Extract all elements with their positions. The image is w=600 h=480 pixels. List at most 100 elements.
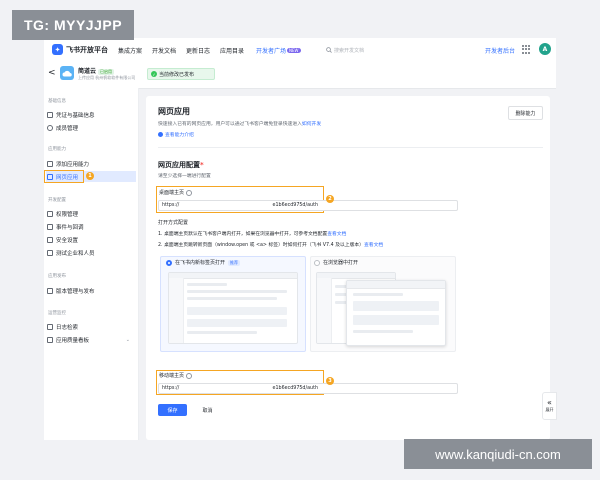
check-icon: ✓	[151, 71, 157, 77]
config-title-text: 网页应用配置	[158, 161, 200, 169]
how-to-develop-link[interactable]: 如何开发	[302, 122, 321, 127]
sidebar-item-label: 版本管理与发布	[56, 288, 95, 295]
sidebar-item-label: 添加应用能力	[56, 161, 90, 168]
cloud-icon	[62, 70, 72, 76]
sidebar-section-basic: 基础信息	[48, 99, 66, 104]
radio-in-app-label: 在飞书内新标签页打开	[175, 260, 226, 266]
desktop-url-suffix: e1b6ecd975d/auth	[272, 203, 318, 208]
open-mode-line-1-text: 1. 桌面端主页默认在飞书客户端内打开，如果在浏览器中打开，可参考文档配置	[158, 232, 328, 237]
page-title: 网页应用	[158, 107, 190, 116]
open-mode-line-2-text: 2. 桌面端主页跳转新页面（window.open 或 <a> 标签）时如何打开…	[158, 243, 364, 248]
radio-selected-icon	[166, 259, 172, 266]
page-description: 快速接入已有的网页应用，用户可以通过飞书客户端免登录快速进入如何开发	[158, 120, 321, 127]
avatar[interactable]: A	[539, 43, 551, 55]
view-doc-link-1[interactable]: 查看文档	[327, 232, 346, 237]
nav-changelog[interactable]: 更新日志	[186, 46, 210, 55]
open-mode-line-1: 1. 桌面端主页默认在飞书客户端内打开，如果在浏览器中打开，可参考文档配置查看文…	[158, 230, 346, 237]
desktop-homepage-input[interactable]: https:// e1b6ecd975d/auth	[158, 200, 458, 211]
user-icon	[47, 124, 53, 131]
back-button[interactable]: <	[48, 68, 56, 78]
delete-capability-button[interactable]: 删除能力	[508, 106, 543, 120]
mobile-url-prefix: https://	[162, 386, 180, 391]
recommended-tag: 推荐	[228, 259, 241, 266]
open-mode-line-2: 2. 桌面端主页跳转新页面（window.open 或 <a> 标签）时如何打开…	[158, 241, 383, 248]
watermark-top: TG: MYYJJPP	[12, 10, 134, 40]
permission-icon	[47, 210, 53, 217]
sidebar-item-test-users[interactable]: 测试企业和人员	[46, 247, 136, 258]
sidebar	[44, 88, 139, 440]
sidebar-item-label: 安全设置	[56, 237, 79, 244]
developer-console-link[interactable]: 开发者后台	[485, 46, 515, 55]
sidebar-item-label: 事件与回调	[56, 224, 84, 231]
sidebar-section-monitoring: 运营监控	[48, 311, 66, 316]
dashboard-icon	[47, 336, 53, 343]
radio-unselected-icon	[314, 259, 320, 266]
sidebar-section-release: 应用发布	[48, 274, 66, 279]
mobile-homepage-label: 移动端主页	[159, 372, 193, 379]
nav-developer-square-label: 开发者广场	[256, 48, 287, 55]
radio-in-app[interactable]: 在飞书内新标签页打开 推荐	[166, 259, 241, 266]
add-capability-icon	[47, 160, 53, 167]
sidebar-item-add-capability[interactable]: 添加应用能力	[46, 158, 136, 169]
sidebar-item-members[interactable]: 成员管理	[46, 122, 136, 133]
desktop-url-prefix: https://	[162, 203, 180, 208]
config-title: 网页应用配置*	[158, 160, 204, 170]
app-name-text: 简道云	[78, 68, 97, 75]
sidebar-item-security[interactable]: 安全设置	[46, 234, 136, 245]
sidebar-item-permissions[interactable]: 权限管理	[46, 208, 136, 219]
sidebar-item-label: 测试企业和人员	[56, 250, 95, 257]
info-icon	[158, 132, 163, 137]
config-subtitle: 请至少选择一端进行配置	[158, 174, 211, 179]
sidebar-item-events[interactable]: 事件与回调	[46, 221, 136, 232]
marker-2: 2	[326, 195, 334, 203]
app-grid-icon[interactable]	[522, 45, 531, 54]
capability-intro-link[interactable]: 查看能力介绍	[158, 131, 194, 138]
mobile-homepage-input[interactable]: https:// e1b6ecd975d/auth	[158, 383, 458, 394]
nav-developer-square[interactable]: 开发者广场 NEW	[256, 46, 301, 55]
app-company: 上传应用 杭州帆软软件有限公司	[78, 75, 136, 80]
radio-browser-label: 在浏览器中打开	[323, 260, 359, 266]
app-icon	[60, 66, 74, 80]
preview-in-app	[168, 272, 298, 344]
search-input[interactable]: 搜索开发文档	[326, 44, 426, 56]
brand-logo[interactable]: ✦ 飞书开放平台	[52, 44, 108, 55]
sidebar-item-credentials[interactable]: 凭证与基础信息	[46, 109, 136, 120]
mobile-url-suffix: e1b6ecd975d/auth	[272, 386, 318, 391]
radio-browser[interactable]: 在浏览器中打开	[314, 259, 358, 266]
nav-integration[interactable]: 集成方案	[118, 46, 142, 55]
app-name: 简道云 已启用	[78, 66, 115, 75]
brand-name: 飞书开放平台	[66, 45, 108, 54]
sidebar-section-capabilities: 应用能力	[48, 147, 66, 152]
feishu-logo-icon: ✦	[52, 44, 63, 55]
cancel-button[interactable]: 取消	[193, 404, 222, 416]
nav-docs[interactable]: 开发文档	[152, 46, 176, 55]
preview-browser	[346, 280, 446, 346]
save-button[interactable]: 保存	[158, 404, 187, 416]
mobile-homepage-label-text: 移动端主页	[159, 373, 185, 379]
expand-panel-button[interactable]: « 展开	[542, 392, 557, 420]
sidebar-item-quality[interactable]: 应用质量看板 ⌄	[46, 334, 136, 345]
search-placeholder: 搜索开发文档	[334, 47, 365, 54]
shield-icon	[47, 236, 53, 243]
view-doc-link-2[interactable]: 查看文档	[364, 243, 383, 248]
expand-label: 展开	[545, 407, 554, 412]
credential-icon	[47, 111, 53, 118]
marker-1: 1	[86, 172, 94, 180]
nav-app-directory[interactable]: 应用目录	[220, 46, 244, 55]
divider	[158, 147, 543, 148]
sidebar-item-logs[interactable]: 日志检索	[46, 321, 136, 332]
marker-3: 3	[326, 377, 334, 385]
sidebar-item-label: 权限管理	[56, 211, 79, 218]
publish-toast: ✓ 当前修改已发布	[147, 68, 215, 80]
sidebar-item-label: 成员管理	[56, 125, 79, 132]
sidebar-item-versions[interactable]: 版本管理与发布	[46, 285, 136, 296]
required-mark: *	[200, 161, 204, 169]
sidebar-item-label: 应用质量看板	[56, 337, 90, 344]
test-users-icon	[47, 249, 53, 256]
new-badge: NEW	[287, 48, 301, 53]
open-mode-title: 打开方式配置	[158, 220, 189, 226]
log-icon	[47, 323, 53, 330]
toast-text: 当前修改已发布	[159, 71, 195, 78]
sidebar-item-label: 凭证与基础信息	[56, 112, 95, 119]
double-chevron-left-icon: «	[547, 398, 552, 407]
